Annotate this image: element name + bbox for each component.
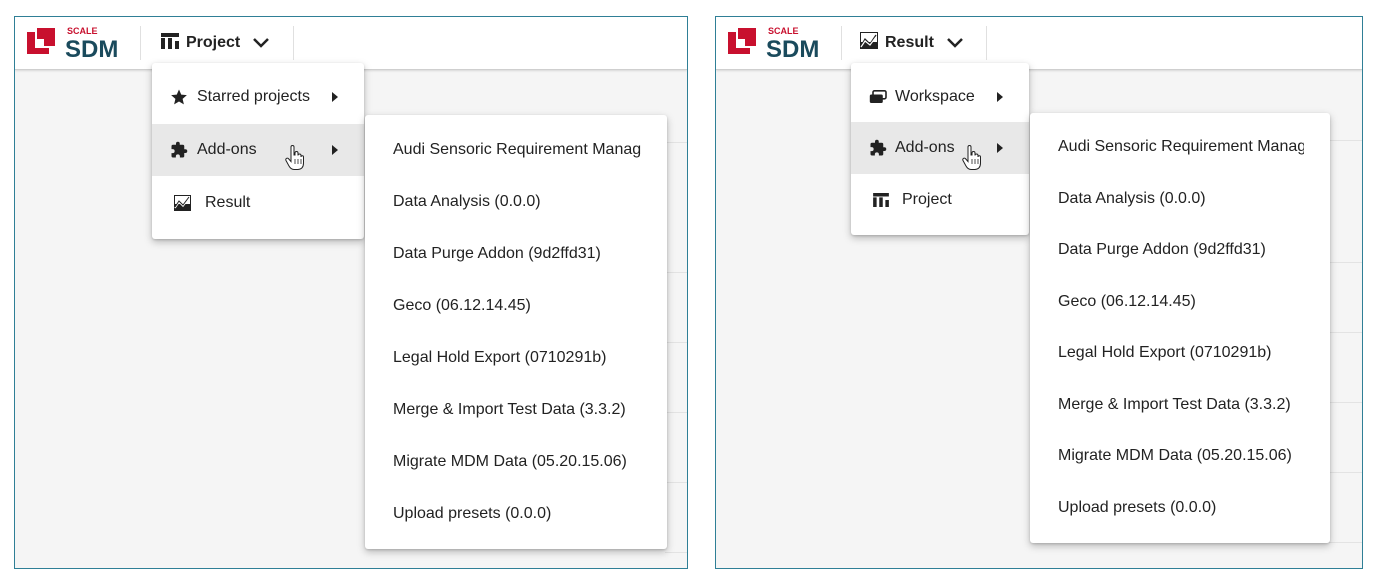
caret-right-icon	[332, 145, 338, 155]
addon-item[interactable]: Audi Sensoric Requirement Manag…	[365, 124, 667, 176]
caret-right-icon	[997, 92, 1003, 102]
result-chart-icon	[860, 32, 878, 54]
caret-right-icon	[997, 143, 1003, 153]
addon-label: Merge & Import Test Data (3.3.2)	[1058, 396, 1291, 413]
star-icon	[170, 88, 188, 106]
addon-item[interactable]: Geco (06.12.14.45)	[365, 280, 667, 332]
addon-label: Geco (06.12.14.45)	[393, 297, 531, 314]
addon-item[interactable]: Data Analysis (0.0.0)	[1030, 173, 1330, 225]
result-dropdown-menu: Workspace Add-ons Project	[851, 63, 1029, 235]
result-chart-icon	[174, 195, 191, 211]
project-bars-icon	[873, 193, 889, 207]
menu-item-add-ons[interactable]: Add-ons	[152, 124, 364, 176]
right-screenshot-panel: SCALE SDM Result Workspace Add-ons Proje…	[715, 16, 1363, 569]
divider	[1328, 542, 1362, 543]
addon-label: Data Analysis (0.0.0)	[1058, 190, 1206, 207]
toolbar-separator	[140, 26, 141, 60]
addon-item[interactable]: Data Purge Addon (9d2ffd31)	[365, 228, 667, 280]
menu-item-starred-projects[interactable]: Starred projects	[152, 71, 364, 123]
menu-item-result[interactable]: Result	[152, 177, 364, 229]
logo-small-text: SCALE	[768, 26, 799, 36]
menu-item-project[interactable]: Project	[851, 174, 1029, 226]
divider	[665, 272, 687, 273]
menu-item-label: Result	[205, 194, 251, 211]
logo-big-text: SDM	[65, 36, 118, 62]
addon-label: Migrate MDM Data (05.20.15.06)	[1058, 447, 1292, 464]
addon-label: Legal Hold Export (0710291b)	[1058, 344, 1272, 361]
caret-right-icon	[332, 92, 338, 102]
menu-item-add-ons[interactable]: Add-ons	[851, 122, 1029, 174]
divider	[665, 342, 687, 343]
addon-label: Data Purge Addon (9d2ffd31)	[393, 245, 601, 262]
nav-label: Project	[186, 34, 241, 51]
addon-label: Upload presets (0.0.0)	[1058, 499, 1217, 516]
addon-label: Upload presets (0.0.0)	[393, 505, 552, 522]
nav-label: Result	[885, 34, 934, 51]
result-nav-dropdown[interactable]: Result	[860, 26, 964, 60]
addon-item[interactable]: Geco (06.12.14.45)	[1030, 276, 1330, 328]
divider	[1328, 332, 1362, 333]
scale-sdm-logo[interactable]: SCALE SDM	[728, 24, 840, 63]
menu-item-label: Add-ons	[895, 139, 955, 156]
top-navigation-bar: SCALE SDM Result	[716, 17, 1362, 70]
divider	[1328, 140, 1362, 141]
hand-pointer-cursor-icon	[962, 144, 982, 176]
add-ons-submenu: Audi Sensoric Requirement Manag… Data An…	[1030, 113, 1330, 543]
addon-label: Migrate MDM Data (05.20.15.06)	[393, 453, 627, 470]
menu-item-label: Add-ons	[197, 141, 257, 158]
scale-sdm-logo[interactable]: SCALE SDM	[27, 24, 139, 63]
divider	[1328, 402, 1362, 403]
addon-item[interactable]: Migrate MDM Data (05.20.15.06)	[365, 436, 667, 488]
addon-label: Audi Sensoric Requirement Manag…	[393, 141, 641, 158]
addon-item[interactable]: Audi Sensoric Requirement Manag…	[1030, 121, 1330, 173]
toolbar-separator	[293, 26, 294, 60]
divider	[665, 482, 687, 483]
divider	[665, 142, 687, 143]
addon-item[interactable]: Legal Hold Export (0710291b)	[365, 332, 667, 384]
divider	[665, 412, 687, 413]
menu-item-label: Project	[902, 191, 952, 208]
toolbar-separator	[841, 26, 842, 60]
addon-item[interactable]: Upload presets (0.0.0)	[365, 488, 667, 540]
addon-item[interactable]: Merge & Import Test Data (3.3.2)	[365, 384, 667, 436]
addon-item[interactable]: Upload presets (0.0.0)	[1030, 482, 1330, 534]
project-dropdown-menu: Starred projects Add-ons Result	[152, 63, 364, 239]
addon-label: Data Analysis (0.0.0)	[393, 193, 541, 210]
addon-label: Geco (06.12.14.45)	[1058, 293, 1196, 310]
logo-big-text: SDM	[766, 36, 819, 62]
puzzle-icon	[170, 141, 188, 159]
divider	[1328, 472, 1362, 473]
workspace-icon	[869, 90, 887, 104]
addon-label: Data Purge Addon (9d2ffd31)	[1058, 241, 1266, 258]
project-nav-dropdown[interactable]: Project	[161, 26, 270, 60]
addon-item[interactable]: Data Purge Addon (9d2ffd31)	[1030, 224, 1330, 276]
left-screenshot-panel: SCALE SDM Project Starred projects Add-o…	[14, 16, 688, 569]
toolbar-separator	[986, 26, 987, 60]
addon-item[interactable]: Legal Hold Export (0710291b)	[1030, 327, 1330, 379]
addon-label: Audi Sensoric Requirement Manag…	[1058, 138, 1304, 155]
logo-small-text: SCALE	[67, 26, 98, 36]
divider	[665, 552, 687, 553]
addon-label: Merge & Import Test Data (3.3.2)	[393, 401, 626, 418]
addon-label: Legal Hold Export (0710291b)	[393, 349, 607, 366]
divider	[1328, 262, 1362, 263]
menu-item-workspace[interactable]: Workspace	[851, 71, 1029, 123]
addon-item[interactable]: Migrate MDM Data (05.20.15.06)	[1030, 430, 1330, 482]
project-bars-icon	[161, 32, 179, 54]
chevron-down-icon	[946, 37, 964, 49]
addon-item[interactable]: Merge & Import Test Data (3.3.2)	[1030, 379, 1330, 431]
puzzle-icon	[869, 139, 887, 157]
chevron-down-icon	[252, 37, 270, 49]
menu-item-label: Workspace	[895, 88, 975, 105]
add-ons-submenu: Audi Sensoric Requirement Manag… Data An…	[365, 115, 667, 549]
menu-item-label: Starred projects	[197, 88, 310, 105]
hand-pointer-cursor-icon	[285, 144, 305, 176]
addon-item[interactable]: Data Analysis (0.0.0)	[365, 176, 667, 228]
